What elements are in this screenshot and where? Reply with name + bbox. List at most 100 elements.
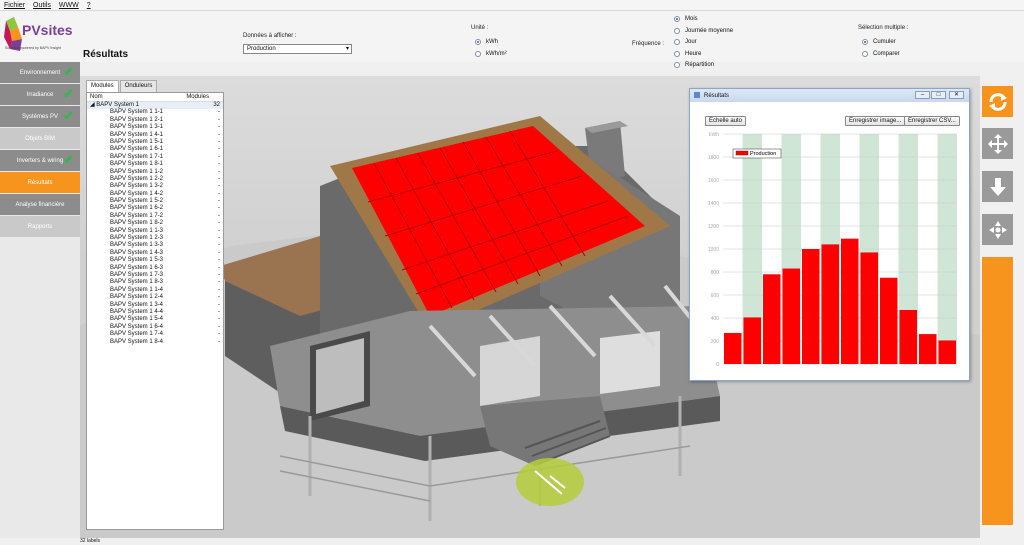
legend-label: Production xyxy=(750,151,776,157)
radio-icon xyxy=(674,27,680,34)
tree-row[interactable]: BAPV System 1 2-2 - xyxy=(87,176,223,183)
tab-1[interactable]: Onduleurs xyxy=(119,80,158,92)
tree-row-name: BAPV System 1 8-2 xyxy=(110,220,164,227)
production-bar xyxy=(899,309,917,364)
tree-row[interactable]: BAPV System 1 4-3 - xyxy=(87,250,223,257)
tree-row-name: BAPV System 1 7-1 xyxy=(110,153,164,160)
tree-row-name: BAPV System 1 1-1 xyxy=(110,109,164,116)
x-tick-label: O xyxy=(906,129,910,135)
tree-row[interactable]: BAPV System 1 6-4 - xyxy=(87,324,223,331)
tree-root-row[interactable]: ◢ BAPV System 1 32 xyxy=(87,102,223,110)
tree-row-name: BAPV System 1 6-3 xyxy=(110,264,164,271)
sidebar-item-1[interactable]: Irradiance ✔ xyxy=(0,84,80,105)
sidebar-item-7[interactable]: Rapports xyxy=(0,216,80,237)
tree-row[interactable]: BAPV System 1 6-1 - xyxy=(87,146,223,153)
rotate-button[interactable] xyxy=(982,86,1013,117)
tree-row[interactable]: BAPV System 1 8-3 - xyxy=(87,279,223,286)
tree-row[interactable]: BAPV System 1 6-2 - xyxy=(87,205,223,212)
tree-row[interactable]: BAPV System 1 3-2 - xyxy=(87,183,223,190)
tree-row-value: - xyxy=(218,331,220,338)
sidebar-item-4[interactable]: Inverters & wiring ✔ xyxy=(0,150,80,171)
x-tick-label: D xyxy=(945,129,949,135)
frequency-option-label: Mois xyxy=(685,16,698,22)
frequency-radio-2[interactable]: Jour xyxy=(674,39,697,45)
tree-row-value: - xyxy=(218,131,220,138)
tree-row-name: BAPV System 1 7-4 xyxy=(110,331,164,338)
pan-button[interactable] xyxy=(982,128,1013,159)
multi_selection-radio-1[interactable]: Comparer xyxy=(862,51,900,57)
tree-row[interactable]: BAPV System 1 2-1 - xyxy=(87,117,223,124)
tree-row[interactable]: BAPV System 1 8-4 - xyxy=(87,339,223,346)
sidebar-item-5[interactable]: Résultats xyxy=(0,172,80,193)
tree-row-value: - xyxy=(218,198,220,205)
menu-item-0[interactable]: Fichier xyxy=(4,2,25,9)
unit-radio-0[interactable]: kWh xyxy=(475,39,498,45)
tree-row[interactable]: BAPV System 1 5-2 - xyxy=(87,198,223,205)
tree-row[interactable]: BAPV System 1 1-1 - xyxy=(87,109,223,116)
multi_selection-radio-0[interactable]: Cumuler xyxy=(862,39,896,45)
menu-item-2[interactable]: WWW xyxy=(59,2,79,9)
tree-row[interactable]: BAPV System 1 1-3 - xyxy=(87,228,223,235)
tree-row-value: - xyxy=(218,294,220,301)
tree-row[interactable]: BAPV System 1 3-4 - xyxy=(87,302,223,309)
tree-row[interactable]: BAPV System 1 2-4 - xyxy=(87,294,223,301)
tree-row[interactable]: BAPV System 1 8-2 - xyxy=(87,220,223,227)
frequency-radio-1[interactable]: Journée moyenne xyxy=(674,27,733,34)
tree-row[interactable]: BAPV System 1 2-3 - xyxy=(87,235,223,242)
tree-row[interactable]: BAPV System 1 6-3 - xyxy=(87,265,223,272)
frequency-radio-0[interactable]: Mois xyxy=(674,16,698,22)
check-icon: ✔ xyxy=(63,86,74,101)
tree-row-value: - xyxy=(218,308,220,315)
tree-row[interactable]: BAPV System 1 4-1 - xyxy=(87,132,223,139)
sidebar-item-6[interactable]: Analyse financière xyxy=(0,194,80,215)
radio-icon xyxy=(674,39,680,45)
tree-row[interactable]: BAPV System 1 7-1 - xyxy=(87,154,223,161)
results-window-titlebar[interactable]: Résultats – □ ✕ xyxy=(690,89,969,102)
frequency-radio-4[interactable]: Répartition xyxy=(674,62,714,68)
tree-row[interactable]: BAPV System 1 5-1 - xyxy=(87,139,223,146)
sidebar-item-3[interactable]: Objets BIM xyxy=(0,128,80,149)
sidebar-item-2[interactable]: Systèmes PV ✔ xyxy=(0,106,80,127)
orange-side-bar xyxy=(982,257,1013,525)
tab-0[interactable]: Modules xyxy=(86,80,119,92)
tree-row-name: BAPV System 1 5-4 xyxy=(110,316,164,323)
y-tick-label: 400 xyxy=(711,316,720,322)
tree-row-value: - xyxy=(218,116,220,123)
tree-row-value: - xyxy=(218,109,220,116)
maximize-button[interactable]: □ xyxy=(931,91,946,99)
menu-item-1[interactable]: Outils xyxy=(33,2,51,9)
tree-row[interactable]: BAPV System 1 4-2 - xyxy=(87,191,223,198)
minimize-button[interactable]: – xyxy=(915,91,930,99)
check-icon: ✔ xyxy=(63,152,74,167)
zoom-extents-button[interactable] xyxy=(982,214,1013,245)
data-select-value: Production xyxy=(247,46,276,52)
frequency-radio-3[interactable]: Heure xyxy=(674,50,701,57)
tree-row[interactable]: BAPV System 1 3-3 - xyxy=(87,242,223,249)
tree-root-name: BAPV System 1 xyxy=(96,102,139,108)
tree-row[interactable]: BAPV System 1 7-2 - xyxy=(87,213,223,220)
tree-row[interactable]: BAPV System 1 3-1 - xyxy=(87,124,223,131)
production-bar xyxy=(841,238,859,364)
unit-radio-1[interactable]: kWh/m² xyxy=(475,51,507,57)
tree-row[interactable]: BAPV System 1 8-1 - xyxy=(87,161,223,168)
tree-row-value: - xyxy=(218,286,220,293)
menu-item-3[interactable]: ? xyxy=(87,2,91,9)
tree-row[interactable]: BAPV System 1 1-4 - xyxy=(87,287,223,294)
page-title: Résultats xyxy=(83,49,129,60)
tree-row[interactable]: BAPV System 1 7-3 - xyxy=(87,272,223,279)
y-tick-label: kWh xyxy=(709,132,719,138)
production-bar xyxy=(743,317,761,364)
sidebar-item-0[interactable]: Environnement ✔ xyxy=(0,62,80,83)
modules-tree[interactable]: Nom Modules ◢ BAPV System 1 32 BAPV Syst… xyxy=(86,92,224,530)
tree-row[interactable]: BAPV System 1 4-4 - xyxy=(87,309,223,316)
tree-row[interactable]: BAPV System 1 1-2 - xyxy=(87,169,223,176)
check-icon: ✔ xyxy=(63,108,74,123)
tree-row[interactable]: BAPV System 1 5-4 - xyxy=(87,316,223,323)
data-select[interactable]: Production ▾ xyxy=(243,44,352,54)
close-button[interactable]: ✕ xyxy=(949,91,964,99)
tree-row[interactable]: BAPV System 1 7-4 - xyxy=(87,331,223,338)
tree-row[interactable]: BAPV System 1 5-3 - xyxy=(87,257,223,264)
results-window[interactable]: Résultats – □ ✕ Echelle auto Enregistrer… xyxy=(689,88,970,381)
move-down-button[interactable] xyxy=(982,171,1013,202)
tree-row-name: BAPV System 1 4-3 xyxy=(110,249,164,256)
